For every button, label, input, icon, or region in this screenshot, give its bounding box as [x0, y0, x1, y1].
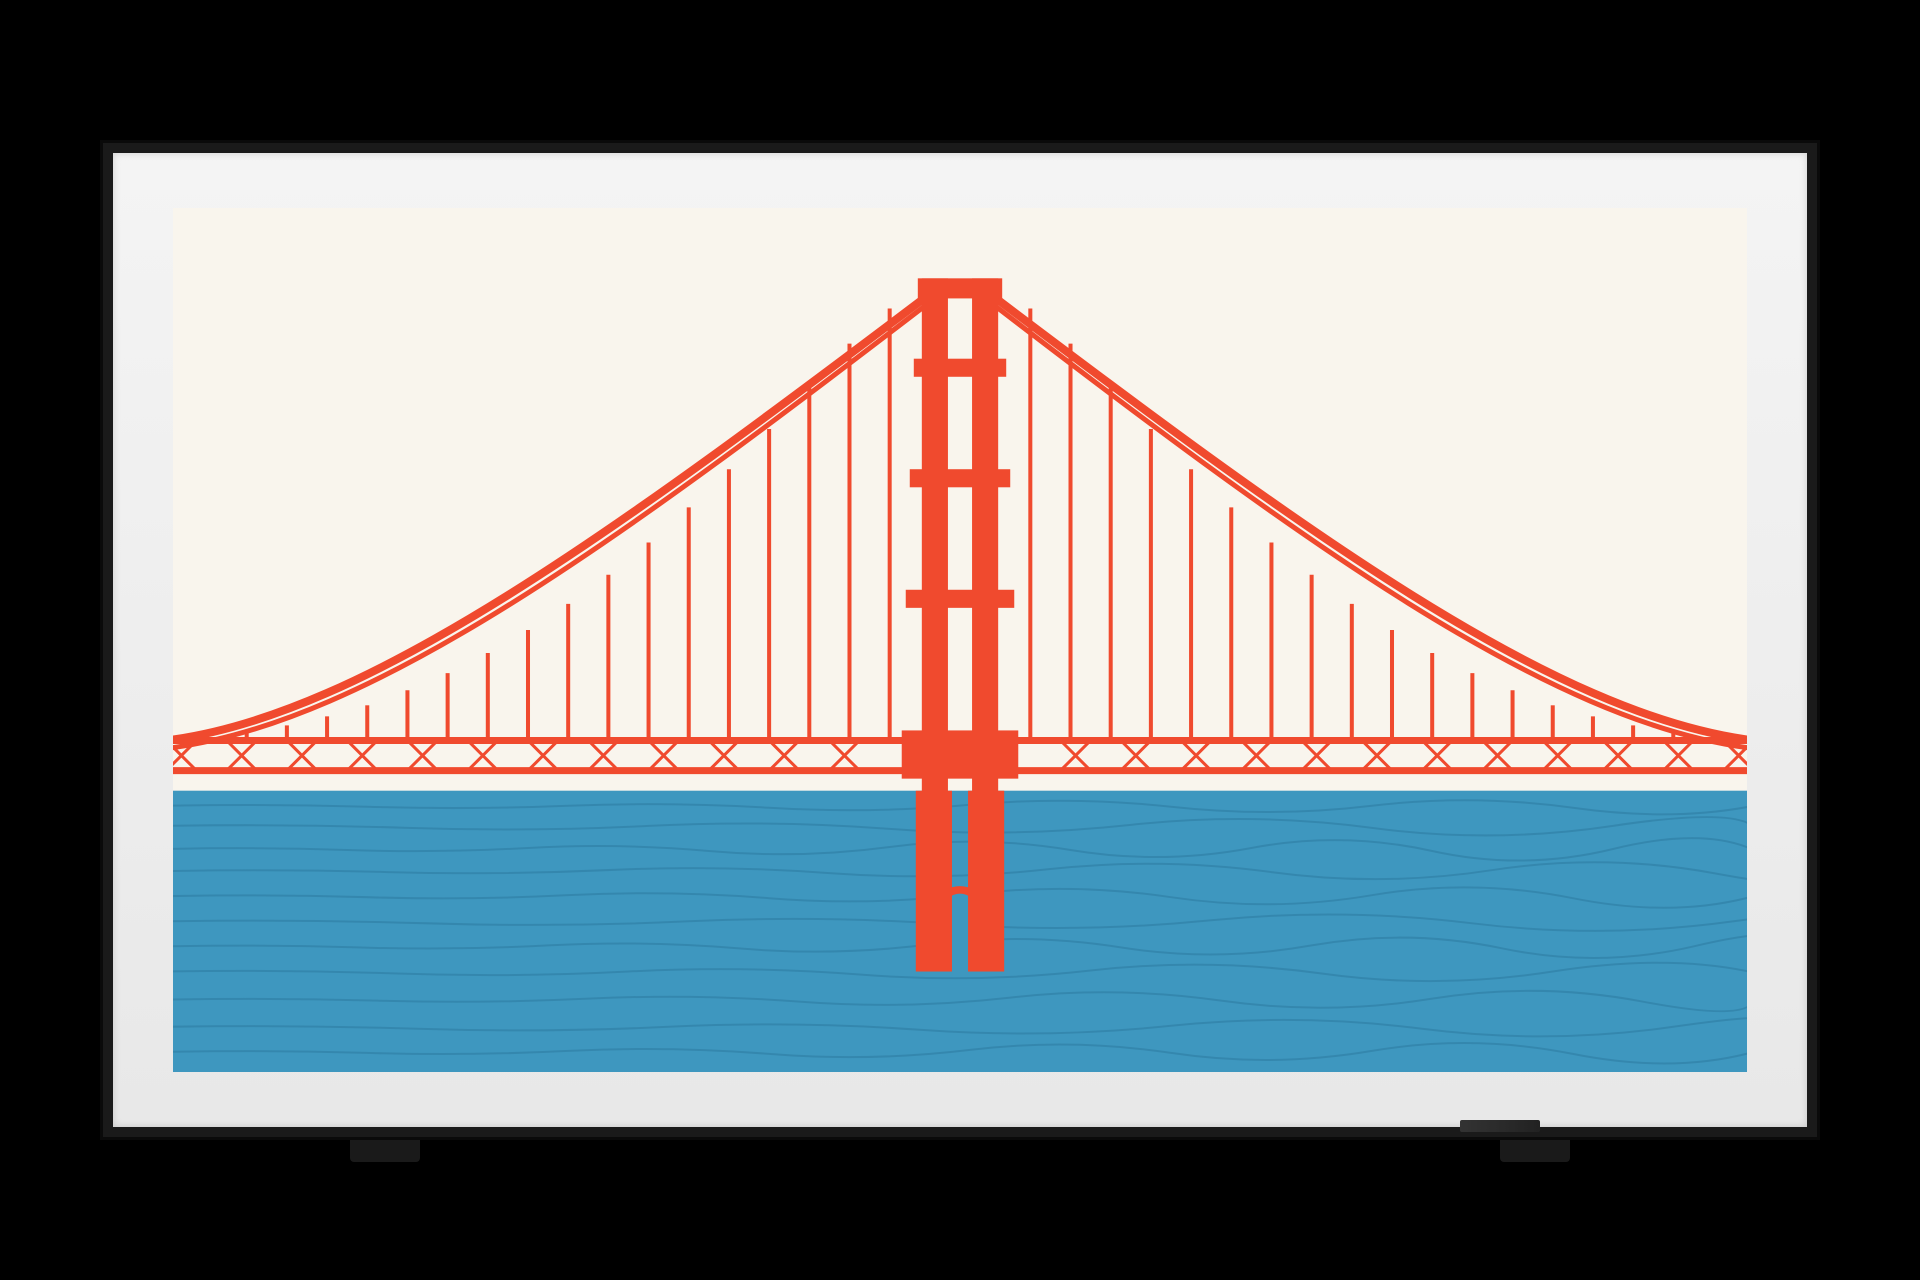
tv-stand-left	[350, 1140, 420, 1162]
brand-logo	[1460, 1120, 1540, 1132]
artwork-bridge	[173, 208, 1747, 1072]
frame-tv	[100, 140, 1820, 1140]
tv-bezel	[100, 140, 1820, 1140]
bridge-illustration	[173, 208, 1747, 1072]
picture-mat	[113, 153, 1807, 1127]
tv-stand-right	[1500, 1140, 1570, 1162]
